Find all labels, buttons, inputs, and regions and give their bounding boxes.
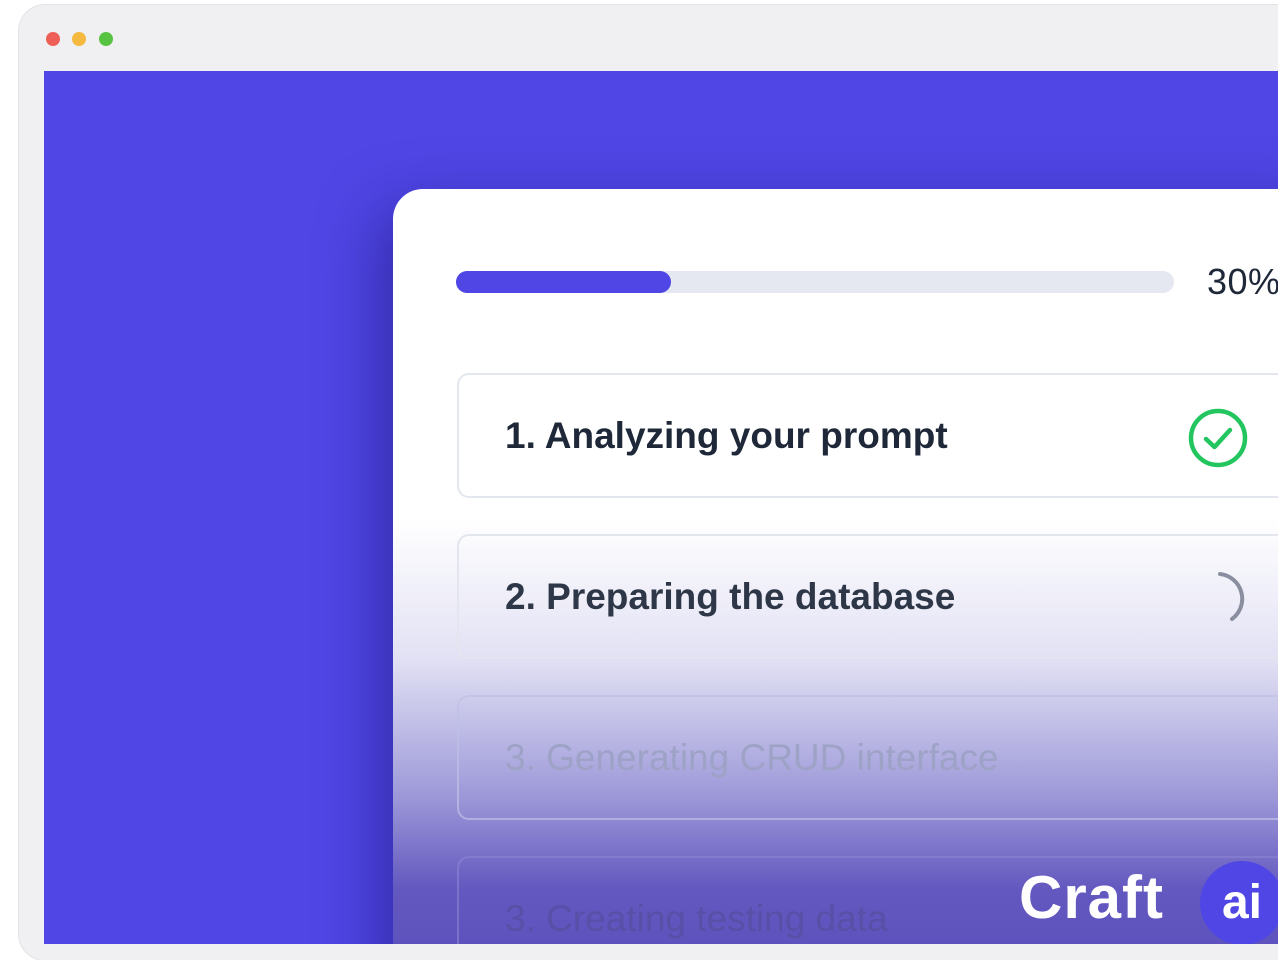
- step-label: 3. Creating testing data: [505, 898, 888, 939]
- check-circle-icon: [1187, 407, 1249, 469]
- logo-badge: ai: [1200, 861, 1278, 944]
- step-item-generating-crud: 3. Generating CRUD interface: [457, 695, 1278, 820]
- browser-window: 30% 1. Analyzing your prompt 2. Preparin…: [19, 5, 1278, 960]
- step-label: 1. Analyzing your prompt: [505, 415, 948, 456]
- page-viewport: 30% 1. Analyzing your prompt 2. Preparin…: [44, 71, 1278, 944]
- spinner-icon: [1187, 568, 1249, 630]
- maximize-window-button[interactable]: [99, 32, 113, 46]
- progress-bar: [456, 271, 1174, 293]
- step-item-analyzing: 1. Analyzing your prompt: [457, 373, 1278, 498]
- logo-wordmark: Craft: [1019, 864, 1165, 931]
- progress-bar-fill: [456, 271, 672, 293]
- close-window-button[interactable]: [46, 32, 60, 46]
- step-item-preparing-database: 2. Preparing the database: [457, 534, 1278, 659]
- window-titlebar: [19, 5, 1278, 71]
- progress-card: 30% 1. Analyzing your prompt 2. Preparin…: [393, 189, 1278, 944]
- step-label: 2. Preparing the database: [505, 576, 956, 617]
- minimize-window-button[interactable]: [72, 32, 86, 46]
- logo-badge-text: ai: [1221, 876, 1263, 929]
- craft-ai-logo: Craft ai: [1019, 859, 1278, 944]
- progress-percentage: 30%: [1207, 261, 1278, 302]
- step-label: 3. Generating CRUD interface: [505, 737, 999, 778]
